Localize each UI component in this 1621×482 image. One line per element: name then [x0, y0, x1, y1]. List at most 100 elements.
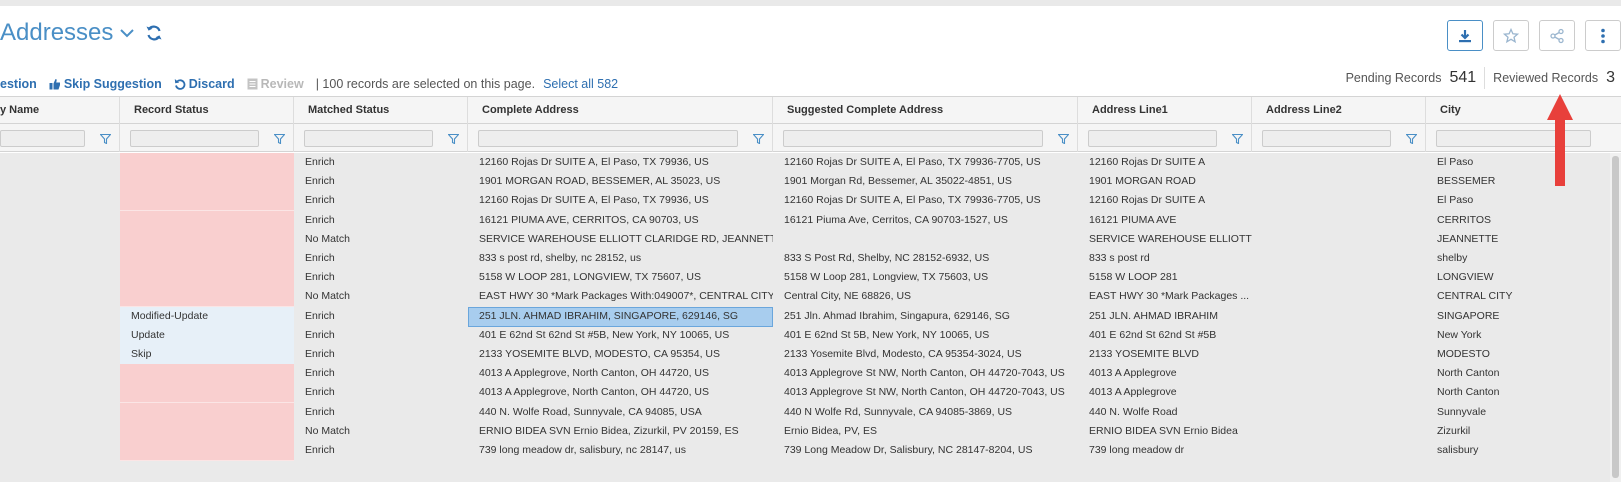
apply-suggestion-link[interactable]: estion	[0, 77, 37, 91]
status-cell[interactable]	[120, 210, 294, 231]
line1-cell[interactable]: SERVICE WAREHOUSE ELLIOTT ...	[1078, 230, 1252, 250]
column-header[interactable]: y Name	[0, 97, 120, 124]
table-row[interactable]: Enrich 12160 Rojas Dr SUITE A, El Paso, T…	[0, 153, 1610, 173]
filter-input[interactable]	[1262, 130, 1391, 147]
filter-icon[interactable]	[448, 134, 459, 144]
status-cell[interactable]	[120, 421, 294, 442]
line1-cell[interactable]: 1901 MORGAN ROAD	[1078, 172, 1252, 192]
table-row[interactable]: No Match SERVICE WAREHOUSE ELLIOTT CLARID…	[0, 229, 1610, 250]
matched-cell[interactable]: Enrich	[294, 441, 468, 461]
complete-cell[interactable]: 2133 YOSEMITE BLVD, MODESTO, CA 95354, U…	[468, 345, 773, 365]
matched-cell[interactable]: Enrich	[294, 191, 468, 211]
table-row[interactable]: Enrich 1901 MORGAN ROAD, BESSEMER, AL 350…	[0, 172, 1610, 193]
line1-cell[interactable]: 5158 W LOOP 281	[1078, 268, 1252, 288]
complete-cell[interactable]: SERVICE WAREHOUSE ELLIOTT CLARIDGE RD, J…	[468, 230, 773, 250]
filter-input[interactable]	[130, 130, 259, 147]
complete-cell[interactable]: 12160 Rojas Dr SUITE A, El Paso, TX 7993…	[468, 191, 773, 211]
table-row[interactable]: No Match EAST HWY 30 *Mark Packages With:…	[0, 287, 1610, 308]
city-cell[interactable]: SINGAPORE	[1426, 307, 1621, 327]
complete-cell[interactable]: 739 long meadow dr, salisbury, nc 28147,…	[468, 441, 773, 461]
suggested-cell[interactable]: 1901 Morgan Rd, Bessemer, AL 35022-4851,…	[773, 172, 1078, 192]
matched-cell[interactable]: Enrich	[294, 268, 468, 288]
table-row[interactable]: Skip Enrich 2133 YOSEMITE BLVD, MODESTO, C…	[0, 345, 1610, 365]
filter-input[interactable]	[783, 130, 1043, 147]
status-cell[interactable]	[120, 249, 294, 269]
status-cell[interactable]	[120, 191, 294, 212]
line2-cell[interactable]	[1252, 211, 1426, 231]
table-row[interactable]: Update Enrich 401 E 62nd St 62nd St #5B, N…	[0, 325, 1610, 346]
filter-input[interactable]	[478, 130, 738, 147]
table-row[interactable]: Enrich 4013 A Applegrove, North Canton, O…	[0, 364, 1610, 385]
status-cell[interactable]: Skip	[120, 345, 294, 365]
line2-cell[interactable]	[1252, 345, 1426, 365]
city-cell[interactable]: El Paso	[1426, 153, 1621, 173]
line1-cell[interactable]: 739 long meadow dr	[1078, 441, 1252, 461]
status-cell[interactable]	[120, 383, 294, 404]
status-cell[interactable]	[120, 402, 294, 423]
column-header[interactable]: Record Status	[120, 97, 294, 124]
line1-cell[interactable]: 12160 Rojas Dr SUITE A	[1078, 191, 1252, 211]
table-row[interactable]: Modified-Update Enrich 251 JLN. AHMAD IBRA…	[0, 306, 1610, 327]
line1-cell[interactable]: 16121 PIUMA AVE	[1078, 211, 1252, 231]
chevron-down-icon[interactable]	[119, 25, 135, 41]
line2-cell[interactable]	[1252, 422, 1426, 442]
city-cell[interactable]: salisbury	[1426, 441, 1621, 461]
filter-input[interactable]	[1088, 130, 1217, 147]
vertical-scrollbar[interactable]	[1610, 153, 1621, 482]
complete-cell[interactable]: ERNIO BIDEA SVN Ernio Bidea, Zizurkil, P…	[468, 422, 773, 442]
filter-icon[interactable]	[1058, 134, 1069, 144]
complete-cell[interactable]: 4013 A Applegrove, North Canton, OH 4472…	[468, 364, 773, 384]
status-cell[interactable]	[120, 268, 294, 289]
status-cell[interactable]	[120, 153, 294, 173]
table-row[interactable]: Enrich 4013 A Applegrove, North Canton, O…	[0, 383, 1610, 404]
suggested-cell[interactable]: 4013 Applegrove St NW, North Canton, OH …	[773, 383, 1078, 403]
line1-cell[interactable]: 12160 Rojas Dr SUITE A	[1078, 153, 1252, 173]
filter-icon[interactable]	[274, 134, 285, 144]
city-cell[interactable]: BESSEMER	[1426, 172, 1621, 192]
column-header[interactable]: Address Line2	[1252, 97, 1426, 124]
matched-cell[interactable]: Enrich	[294, 326, 468, 346]
status-cell[interactable]	[120, 287, 294, 308]
complete-cell[interactable]: EAST HWY 30 *Mark Packages With:049007*,…	[468, 287, 773, 307]
column-header[interactable]: City	[1426, 97, 1621, 124]
matched-cell[interactable]: Enrich	[294, 249, 468, 269]
complete-cell[interactable]: 5158 W LOOP 281, LONGVIEW, TX 75607, US	[468, 268, 773, 288]
suggested-cell[interactable]: 4013 Applegrove St NW, North Canton, OH …	[773, 364, 1078, 384]
city-cell[interactable]: Sunnyvale	[1426, 403, 1621, 423]
line1-cell[interactable]: 4013 A Applegrove	[1078, 383, 1252, 403]
table-row[interactable]: Enrich 12160 Rojas Dr SUITE A, El Paso, T…	[0, 191, 1610, 212]
table-row[interactable]: Enrich 440 N. Wolfe Road, Sunnyvale, CA 9…	[0, 402, 1610, 423]
city-cell[interactable]: North Canton	[1426, 364, 1621, 384]
table-row[interactable]: No Match ERNIO BIDEA SVN Ernio Bidea, Ziz…	[0, 421, 1610, 442]
suggested-cell[interactable]	[773, 230, 1078, 250]
complete-cell[interactable]: 833 s post rd, shelby, nc 28152, us	[468, 249, 773, 269]
matched-cell[interactable]: Enrich	[294, 383, 468, 403]
suggested-cell[interactable]: 2133 Yosemite Blvd, Modesto, CA 95354-30…	[773, 345, 1078, 365]
line2-cell[interactable]	[1252, 307, 1426, 327]
matched-cell[interactable]: Enrich	[294, 364, 468, 384]
complete-cell[interactable]: 12160 Rojas Dr SUITE A, El Paso, TX 7993…	[468, 153, 773, 173]
line2-cell[interactable]	[1252, 326, 1426, 346]
suggested-cell[interactable]: 833 S Post Rd, Shelby, NC 28152-6932, US	[773, 249, 1078, 269]
review-button[interactable]: Review	[247, 77, 304, 91]
line1-cell[interactable]: 401 E 62nd St 62nd St #5B	[1078, 326, 1252, 346]
status-cell[interactable]	[120, 172, 294, 193]
complete-cell[interactable]: 16121 PIUMA AVE, CERRITOS, CA 90703, US	[468, 211, 773, 231]
city-cell[interactable]: El Paso	[1426, 191, 1621, 211]
line1-cell[interactable]: 440 N. Wolfe Road	[1078, 403, 1252, 423]
table-row[interactable]: Enrich 739 long meadow dr, salisbury, nc …	[0, 441, 1610, 461]
city-cell[interactable]: MODESTO	[1426, 345, 1621, 365]
skip-suggestion-button[interactable]: Skip Suggestion	[49, 77, 162, 91]
line1-cell[interactable]: 251 JLN. AHMAD IBRAHIM	[1078, 307, 1252, 327]
table-row[interactable]: Enrich 5158 W LOOP 281, LONGVIEW, TX 7560…	[0, 268, 1610, 289]
suggested-cell[interactable]: 440 N Wolfe Rd, Sunnyvale, CA 94085-3869…	[773, 403, 1078, 423]
line2-cell[interactable]	[1252, 249, 1426, 269]
city-cell[interactable]: Zizurkil	[1426, 422, 1621, 442]
complete-cell[interactable]: 401 E 62nd St 62nd St #5B, New York, NY …	[468, 326, 773, 346]
suggested-cell[interactable]: 5158 W Loop 281, Longview, TX 75603, US	[773, 268, 1078, 288]
matched-cell[interactable]: No Match	[294, 230, 468, 250]
city-cell[interactable]: LONGVIEW	[1426, 268, 1621, 288]
line1-cell[interactable]: EAST HWY 30 *Mark Packages ...	[1078, 287, 1252, 307]
status-cell[interactable]	[120, 441, 294, 461]
line2-cell[interactable]	[1252, 383, 1426, 403]
